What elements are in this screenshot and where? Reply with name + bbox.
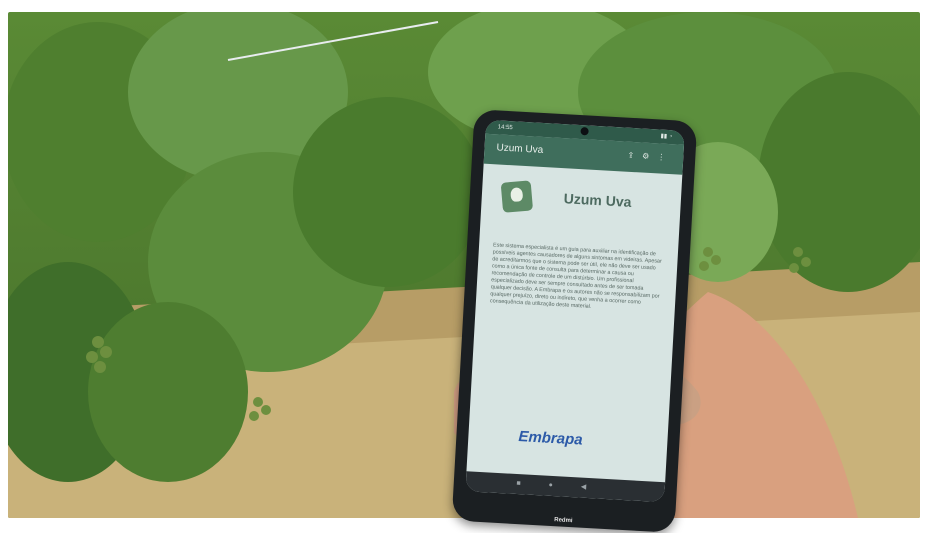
app-logo (500, 180, 534, 213)
app-name: Uzum Uva (563, 190, 632, 210)
grape-leaf (293, 97, 483, 287)
app-bar-title: Uzum Uva (496, 142, 544, 156)
lightbulb-icon (510, 187, 524, 203)
phone-screen: 14:55 ▮▮ ◔ Uzum Uva ⇪⚙⋮ Uzum Uva Este si… (465, 119, 685, 503)
embrapa-logo: Embrapa (517, 428, 584, 449)
status-icons: ▮▮ ◔ (660, 133, 673, 141)
grape-leaf (88, 302, 248, 482)
status-time: 14:55 (497, 124, 513, 132)
app-bar-icons[interactable]: ⇪⚙⋮ (627, 151, 673, 163)
smartphone: 14:55 ▮▮ ◔ Uzum Uva ⇪⚙⋮ Uzum Uva Este si… (451, 109, 698, 533)
android-navbar[interactable]: ■●◀ (465, 471, 666, 503)
app-description: Este sistema especialista é um guia para… (489, 242, 662, 310)
brand-label: Redmi (554, 517, 573, 525)
